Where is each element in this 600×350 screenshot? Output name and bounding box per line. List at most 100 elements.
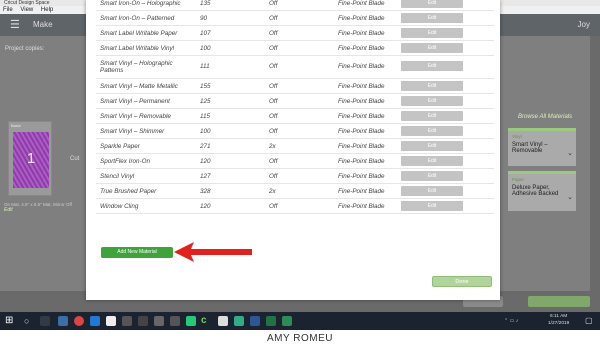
edit-button[interactable]: Edit	[401, 96, 463, 106]
scrollbar[interactable]	[590, 36, 600, 291]
edit-button[interactable]: Edit	[401, 111, 463, 121]
edit-button[interactable]: Edit	[401, 0, 463, 8]
edit-button[interactable]: Edit	[401, 43, 463, 53]
excel-icon[interactable]	[266, 316, 276, 326]
mat-info: On Mat, 4.5" x 6.5" Mat, Mirror Off Edit	[4, 202, 89, 213]
page-title: Make	[33, 20, 53, 29]
blade-type: Fine-Point Blade	[338, 173, 385, 180]
table-row: Smart Vinyl – Permanent 125 Off Fine-Point …	[96, 94, 494, 109]
material-name: Stencil Vinyl	[100, 173, 135, 180]
table-row: Sparkle Paper 271 2x Fine-Point Blade Edit	[96, 139, 494, 154]
watermark-caption: AMY ROMEU	[267, 333, 333, 344]
mat-pattern: 1	[13, 132, 49, 188]
table-row: Smart Vinyl – Holographic Patterns 111 Off…	[96, 56, 494, 79]
multi-cut: Off	[269, 0, 278, 7]
blade-type: Fine-Point Blade	[338, 128, 385, 135]
edit-button[interactable]: Edit	[401, 186, 463, 196]
clock[interactable]: 6:11 AM 1/27/2019	[548, 314, 569, 327]
cricut-icon[interactable]: c	[201, 316, 211, 326]
material-name: Smart Label Writable Vinyl	[100, 45, 175, 52]
windows-start-icon[interactable]: ⊞	[5, 316, 15, 326]
app-icon[interactable]	[154, 316, 164, 326]
system-tray-icons[interactable]: ⌃ ▭ ♪	[504, 318, 518, 324]
cut-pressure: 271	[200, 143, 211, 150]
edit-button[interactable]: Edit	[401, 171, 463, 181]
file-explorer-icon[interactable]	[58, 316, 68, 326]
red-arrow-annotation	[174, 242, 252, 262]
edit-button[interactable]: Edit	[401, 141, 463, 151]
notification-icon[interactable]: ▢	[585, 316, 595, 326]
multi-cut: Off	[269, 63, 278, 70]
edit-button[interactable]: Edit	[401, 126, 463, 136]
browse-all-materials-link[interactable]: Browse All Materials	[518, 114, 572, 120]
material-card-paper[interactable]: Paper Deluxe Paper, Adhesive Backed ⌄	[508, 171, 576, 211]
blade-type: Fine-Point Blade	[338, 158, 385, 165]
edit-button[interactable]: Edit	[401, 201, 463, 211]
material-value: Deluxe Paper, Adhesive Backed	[512, 185, 559, 197]
material-type: Paper	[512, 177, 525, 182]
menu-view[interactable]: View	[20, 7, 33, 13]
table-row: Smart Label Writable Paper 107 Off Fine-Poi…	[96, 26, 494, 41]
blade-type: Fine-Point Blade	[338, 98, 385, 105]
material-name: True Brushed Paper	[100, 188, 157, 195]
cut-label: Cut	[70, 156, 80, 162]
cut-pressure: 328	[200, 188, 211, 195]
cut-pressure: 90	[200, 15, 208, 22]
table-row: Smart Iron-On – Patterned 90 Off Fine-Point…	[96, 11, 494, 26]
mat-number: 1	[26, 150, 36, 167]
blade-type: Fine-Point Blade	[338, 30, 385, 37]
table-row: Smart Vinyl – Shimmer 100 Off Fine-Point Bl…	[96, 124, 494, 139]
edit-button[interactable]: Edit	[401, 28, 463, 38]
multi-cut: Off	[269, 173, 278, 180]
clock-time: 6:11 AM	[550, 314, 568, 319]
notepad-icon[interactable]	[106, 316, 116, 326]
edit-button[interactable]: Edit	[401, 61, 463, 71]
chrome-icon[interactable]	[74, 316, 84, 326]
material-name: Smart Iron-On – Holographic	[100, 0, 181, 7]
add-new-material-button[interactable]: Add New Material	[101, 247, 173, 258]
go-button[interactable]	[528, 296, 590, 307]
calculator-icon[interactable]	[122, 316, 132, 326]
clock-date: 1/27/2019	[548, 320, 570, 326]
materials-dialog: Smart Iron-On – Holographic 135 Off Fine-Po…	[86, 0, 500, 300]
edit-button[interactable]: Edit	[401, 81, 463, 91]
mat-info-text: On Mat, 4.5" x 6.5" Mat, Mirror Off	[4, 202, 72, 207]
search-icon[interactable]: ○	[24, 316, 34, 326]
hamburger-menu-icon[interactable]: ☰	[10, 20, 20, 31]
edit-button[interactable]: Edit	[401, 13, 463, 23]
done-button[interactable]: Done	[432, 276, 492, 287]
multi-cut: Off	[269, 45, 278, 52]
blade-type: Fine-Point Blade	[338, 15, 385, 22]
cut-pressure: 125	[200, 98, 211, 105]
material-type: Vinyl	[512, 134, 522, 139]
material-value: Smart Vinyl – Removable	[512, 142, 548, 154]
app-icon[interactable]	[170, 316, 180, 326]
app-icon[interactable]	[138, 316, 148, 326]
edge-icon[interactable]	[90, 316, 100, 326]
task-view-icon[interactable]	[40, 316, 50, 326]
mat-edit-link[interactable]: Edit	[4, 207, 13, 213]
user-name[interactable]: Joy	[578, 20, 590, 29]
menu-file[interactable]: File	[3, 7, 13, 13]
screen: Cricut Design Space File View Help ☰ Mak…	[0, 0, 600, 330]
project-copies-label: Project copies:	[5, 46, 45, 52]
material-name: Smart Label Writable Paper	[100, 30, 178, 37]
multi-cut: Off	[269, 30, 278, 37]
chevron-down-icon: ⌄	[567, 149, 573, 157]
app-icon[interactable]	[282, 316, 292, 326]
app-icon[interactable]	[186, 316, 196, 326]
edit-button[interactable]: Edit	[401, 156, 463, 166]
app-icon[interactable]	[218, 316, 228, 326]
cut-pressure: 135	[200, 0, 211, 7]
cut-pressure: 107	[200, 30, 211, 37]
word-icon[interactable]	[250, 316, 260, 326]
material-name: Smart Vinyl – Holographic Patterns	[100, 60, 173, 74]
menu-help[interactable]: Help	[41, 7, 53, 13]
material-name: Smart Vinyl – Matte Metallic	[100, 83, 178, 90]
cut-pressure: 111	[200, 63, 210, 70]
blade-type: Fine-Point Blade	[338, 45, 385, 52]
cut-pressure: 155	[200, 83, 211, 90]
material-card-vinyl[interactable]: Vinyl Smart Vinyl – Removable ⌄	[508, 128, 576, 166]
mat-thumbnail[interactable]: Basic 1	[8, 121, 52, 196]
app-icon[interactable]	[234, 316, 244, 326]
